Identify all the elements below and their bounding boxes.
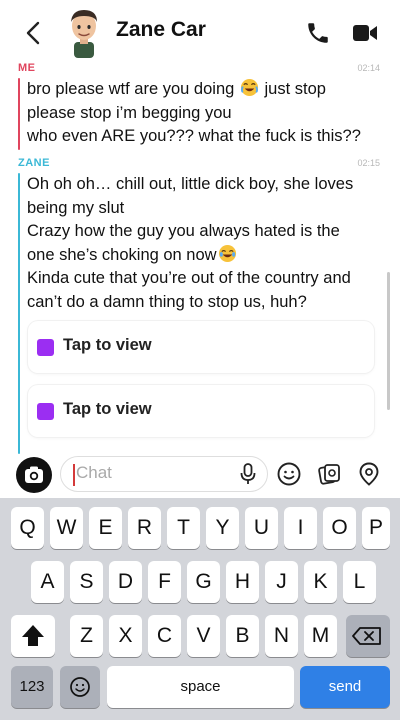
sender-name: ME [18, 62, 36, 74]
chat-header: Zane Car [0, 0, 400, 62]
message-bubble[interactable]: bro please wtf are you doing just stop p… [18, 78, 380, 150]
key-n[interactable]: N [265, 615, 298, 657]
key-y[interactable]: Y [206, 507, 239, 549]
onscreen-keyboard: Q W E R T Y U I O P A S D F G H J K L Z … [0, 498, 400, 720]
message-line: one she’s choking on now [27, 245, 217, 264]
sender-name: ZANE [18, 157, 50, 169]
phone-call-icon[interactable] [305, 20, 331, 46]
message-line: who even ARE you??? what the fuck is thi… [27, 127, 361, 145]
key-s[interactable]: S [70, 561, 103, 603]
key-u[interactable]: U [245, 507, 278, 549]
numbers-key[interactable]: 123 [11, 666, 53, 708]
snap-tap-to-view[interactable]: Tap to view [28, 321, 374, 373]
message-text: bro please wtf are you doing just stop p… [18, 78, 380, 149]
snap-label: Tap to view [63, 400, 152, 418]
emoji-key[interactable] [60, 666, 100, 708]
key-r[interactable]: R [128, 507, 161, 549]
key-c[interactable]: C [148, 615, 181, 657]
key-v[interactable]: V [187, 615, 220, 657]
key-a[interactable]: A [31, 561, 64, 603]
key-q[interactable]: Q [11, 507, 44, 549]
location-pin-icon[interactable] [356, 461, 382, 487]
key-k[interactable]: K [304, 561, 337, 603]
emoji-smiley-icon[interactable] [276, 461, 302, 487]
key-o[interactable]: O [323, 507, 356, 549]
message-line: Oh oh oh… chill out, little dick boy, sh… [27, 175, 354, 193]
message-line: Crazy how the guy you always hated is th… [27, 222, 340, 240]
message-header: ME 02:14 [18, 62, 382, 76]
camera-icon [25, 466, 43, 483]
back-chevron-icon[interactable] [22, 20, 44, 46]
message-line: Kinda cute that you’re out of the countr… [27, 269, 351, 287]
message-line: please stop i’m begging you [27, 103, 232, 122]
key-e[interactable]: E [89, 507, 122, 549]
message-line: can’t do a damn thing to stop us, huh? [27, 292, 307, 311]
camera-button[interactable] [16, 457, 52, 493]
send-key[interactable]: send [300, 666, 390, 708]
snap-tap-to-view[interactable]: Tap to view [28, 385, 374, 437]
shift-key[interactable] [11, 615, 55, 657]
snap-indicator-icon [37, 339, 54, 356]
key-f[interactable]: F [148, 561, 181, 603]
message-text: Oh oh oh… chill out, little dick boy, sh… [18, 173, 380, 314]
message-line: just stop [259, 80, 326, 98]
key-l[interactable]: L [343, 561, 376, 603]
video-call-icon[interactable] [352, 22, 378, 44]
laughing-tears-emoji-icon [218, 244, 236, 262]
message-timestamp: 02:15 [357, 158, 380, 168]
chat-input-placeholder: Chat [76, 463, 112, 482]
key-i[interactable]: I [284, 507, 317, 549]
sender-color-bar [18, 173, 20, 454]
key-x[interactable]: X [109, 615, 142, 657]
key-b[interactable]: B [226, 615, 259, 657]
key-m[interactable]: M [304, 615, 337, 657]
key-w[interactable]: W [50, 507, 83, 549]
message-line: bro please wtf are you doing [27, 80, 239, 98]
crying-laughing-emoji-icon [240, 78, 258, 97]
snap-indicator-icon [37, 403, 54, 420]
message-line: being my slut [27, 198, 125, 217]
bitmoji-avatar[interactable] [62, 6, 106, 58]
space-key[interactable]: space [107, 666, 294, 708]
backspace-key[interactable] [346, 615, 390, 657]
text-cursor [73, 464, 75, 486]
stickers-icon[interactable] [316, 461, 342, 487]
snap-label: Tap to view [63, 336, 152, 354]
message-timestamp: 02:14 [357, 63, 380, 73]
microphone-icon[interactable] [238, 462, 258, 486]
key-p[interactable]: P [362, 507, 390, 549]
key-g[interactable]: G [187, 561, 220, 603]
message-header: ZANE 02:15 [18, 157, 382, 171]
key-z[interactable]: Z [70, 615, 103, 657]
sender-color-bar [18, 78, 20, 150]
scrollbar[interactable] [387, 272, 390, 410]
emoji-keyboard-icon [70, 677, 90, 697]
key-j[interactable]: J [265, 561, 298, 603]
chat-history[interactable]: ME 02:14 bro please wtf are you doing ju… [0, 62, 400, 454]
shift-arrow-icon [22, 625, 44, 646]
chat-title[interactable]: Zane Car [116, 18, 206, 42]
key-h[interactable]: H [226, 561, 259, 603]
key-d[interactable]: D [109, 561, 142, 603]
backspace-icon [352, 627, 381, 645]
key-t[interactable]: T [167, 507, 200, 549]
